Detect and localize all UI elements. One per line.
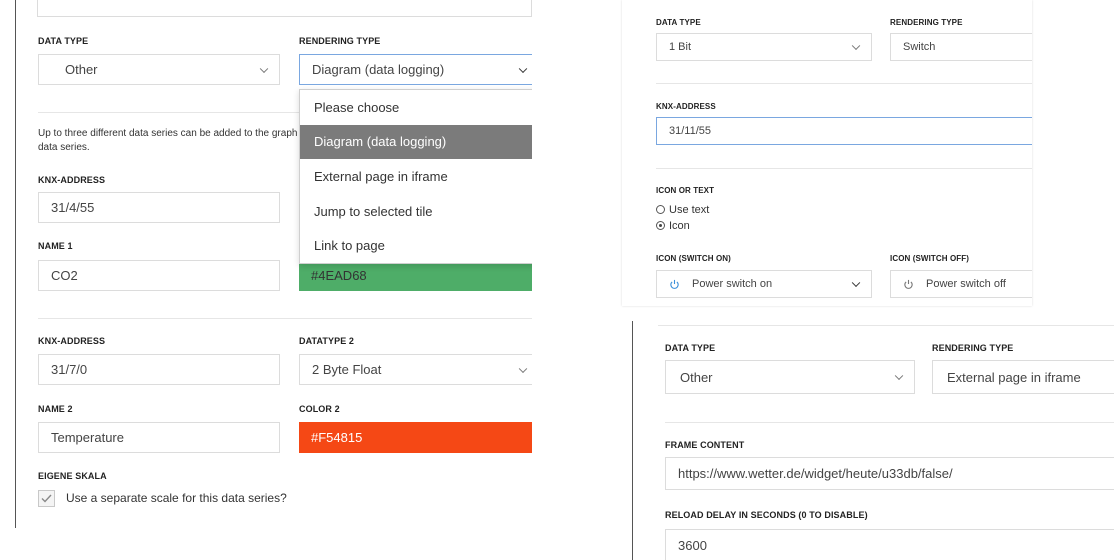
info-line-2: data series. [38, 142, 90, 153]
color-2-label: COLOR 2 [299, 404, 340, 414]
rendering-type-select[interactable]: Diagram (data logging) [299, 54, 532, 85]
divider [656, 83, 1032, 84]
icon-switch-on-select[interactable]: Power switch on [656, 270, 872, 298]
data-type-value: Other [65, 62, 98, 77]
top-right-panel: DATA TYPE RENDERING TYPE 1 Bit Switch KN… [622, 0, 1032, 306]
checkmark-icon [41, 494, 52, 503]
knx-address-2-input[interactable]: 31/7/0 [38, 354, 280, 385]
rendering-type-label: RENDERING TYPE [932, 343, 1014, 353]
rendering-type-dropdown[interactable]: Please choose Diagram (data logging) Ext… [299, 89, 532, 264]
color-2-field[interactable]: #F54815 [299, 422, 532, 453]
rendering-type-value: Diagram (data logging) [312, 62, 445, 77]
datatype-2-select[interactable]: 2 Byte Float [299, 354, 532, 385]
divider [658, 325, 1114, 326]
data-type-select[interactable]: Other [665, 360, 915, 394]
icon-switch-on-value: Power switch on [692, 278, 773, 290]
knx-address-value: 31/11/55 [669, 125, 712, 137]
data-type-select[interactable]: Other [38, 54, 280, 85]
separate-scale-checkbox[interactable] [38, 490, 55, 507]
rendering-type-label: RENDERING TYPE [299, 36, 381, 46]
rendering-type-value: Switch [903, 41, 936, 53]
rendering-type-value: External page in iframe [947, 369, 1081, 385]
name-1-label: NAME 1 [38, 241, 73, 251]
info-text: Up to three different data series can be… [38, 127, 338, 155]
dropdown-option-jump-to-tile[interactable]: Jump to selected tile [300, 194, 532, 229]
info-line-1: Up to three different data series can be… [38, 128, 298, 139]
left-panel: DATA TYPE RENDERING TYPE Other Diagram (… [0, 0, 532, 560]
frame-content-value: https://www.wetter.de/widget/heute/u33db… [678, 466, 953, 481]
knx-address-2-value: 31/7/0 [51, 362, 88, 377]
knx-address-1-value: 31/4/55 [51, 200, 95, 215]
icon-switch-off-value: Power switch off [926, 278, 1006, 290]
rendering-type-label: RENDERING TYPE [890, 18, 963, 27]
knx-address-2-label: KNX-ADDRESS [38, 336, 106, 346]
icon-switch-on-label: ICON (SWITCH ON) [656, 254, 731, 263]
radio-icon-label: Icon [669, 220, 690, 232]
data-type-select[interactable]: 1 Bit [656, 33, 872, 61]
dropdown-option-link-to-page[interactable]: Link to page [300, 228, 532, 263]
datatype-2-value: 2 Byte Float [312, 362, 382, 377]
knx-address-label: KNX-ADDRESS [656, 102, 716, 111]
reload-delay-value: 3600 [678, 538, 707, 553]
separate-scale-text: Use a separate scale for this data serie… [66, 491, 287, 505]
top-field-remnant [37, 0, 532, 17]
divider [38, 318, 532, 319]
frame-content-label: FRAME CONTENT [665, 440, 745, 450]
power-icon [669, 279, 680, 290]
name-2-input[interactable]: Temperature [38, 422, 280, 453]
rendering-type-select[interactable]: External page in iframe [932, 360, 1114, 394]
dropdown-option-please-choose[interactable]: Please choose [300, 90, 532, 125]
icon-or-text-label: ICON OR TEXT [656, 186, 715, 195]
color-2-value: #F54815 [311, 430, 363, 445]
name-2-label: NAME 2 [38, 404, 73, 414]
data-type-label: DATA TYPE [656, 18, 701, 27]
radio-circle [656, 205, 665, 214]
data-type-value: 1 Bit [669, 41, 692, 53]
rendering-type-select[interactable]: Switch [890, 33, 1032, 61]
name-2-value: Temperature [51, 430, 124, 445]
dropdown-option-diagram[interactable]: Diagram (data logging) [300, 124, 532, 160]
reload-delay-input[interactable]: 3600 [665, 529, 1114, 560]
separate-scale-label: EIGENE SKALA [38, 471, 107, 481]
power-icon [903, 279, 914, 290]
panel-border-left [632, 321, 633, 560]
name-1-value: CO2 [51, 268, 78, 283]
data-type-value: Other [680, 369, 713, 385]
dropdown-option-external-page[interactable]: External page in iframe [300, 159, 532, 194]
divider [656, 168, 1032, 169]
icon-switch-off-label: ICON (SWITCH OFF) [890, 254, 970, 263]
frame-content-input[interactable]: https://www.wetter.de/widget/heute/u33db… [665, 457, 1114, 490]
knx-address-1-input[interactable]: 31/4/55 [38, 192, 280, 223]
bottom-right-panel: DATA TYPE RENDERING TYPE Other External … [632, 321, 1114, 560]
radio-use-text[interactable]: Use text [656, 204, 709, 216]
color-1-field[interactable]: #4EAD68 [299, 260, 532, 291]
knx-address-1-label: KNX-ADDRESS [38, 175, 106, 185]
radio-use-text-label: Use text [669, 204, 710, 216]
divider [665, 422, 1114, 423]
data-type-label: DATA TYPE [665, 343, 716, 353]
panel-border-left [15, 0, 16, 528]
reload-delay-label: RELOAD DELAY IN SECONDS (0 TO DISABLE) [665, 510, 868, 520]
icon-switch-off-select[interactable]: Power switch off [890, 270, 1032, 298]
radio-circle-selected [656, 221, 665, 230]
color-1-value: #4EAD68 [311, 268, 367, 283]
datatype-2-label: DATATYPE 2 [299, 336, 355, 346]
knx-address-input[interactable]: 31/11/55 [656, 117, 1032, 145]
radio-icon[interactable]: Icon [656, 220, 690, 232]
name-1-input[interactable]: CO2 [38, 260, 280, 291]
data-type-label: DATA TYPE [38, 36, 89, 46]
